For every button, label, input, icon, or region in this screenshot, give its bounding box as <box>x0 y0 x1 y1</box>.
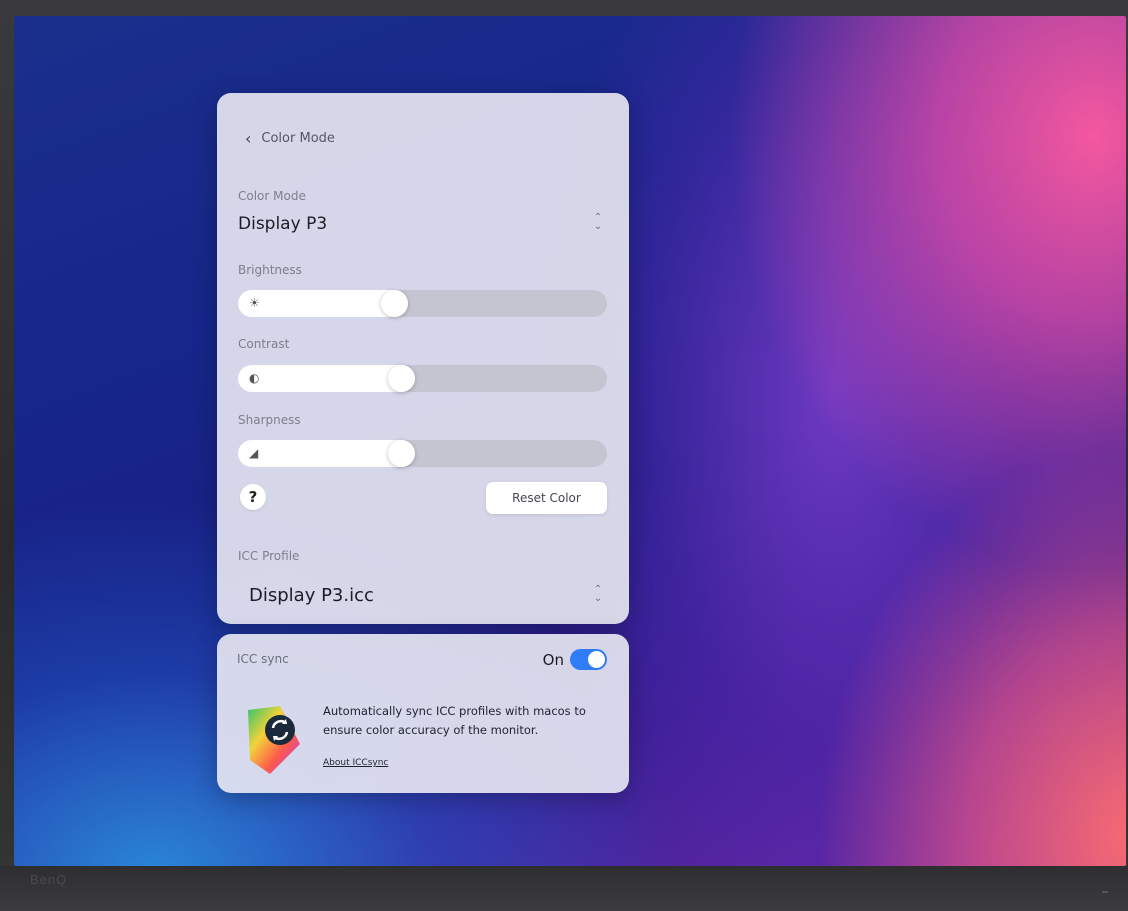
brightness-slider[interactable]: ☀ <box>238 290 607 317</box>
reset-color-button[interactable]: Reset Color <box>486 482 607 514</box>
chevron-left-icon: ‹ <box>245 129 252 148</box>
color-mode-value[interactable]: Display P3 <box>238 214 327 234</box>
brightness-label: Brightness <box>238 263 302 277</box>
icc-sync-toggle[interactable] <box>570 649 607 670</box>
icc-profile-value[interactable]: Display P3.icc <box>249 585 374 606</box>
icc-profile-stepper[interactable]: ⌃ ⌄ <box>591 585 605 607</box>
icc-profile-label: ICC Profile <box>238 549 300 563</box>
color-mode-stepper[interactable]: ⌃ ⌄ <box>591 213 605 235</box>
monitor-chin <box>0 866 1128 911</box>
brightness-knob[interactable] <box>381 290 408 317</box>
power-indicator <box>1102 891 1108 893</box>
iccsync-logo-icon <box>248 706 300 774</box>
contrast-icon: ◐ <box>249 371 260 385</box>
sharpness-icon: ◢ <box>249 446 259 460</box>
chevron-down-icon: ⌄ <box>593 593 603 604</box>
chevron-down-icon: ⌄ <box>593 221 603 232</box>
contrast-label: Contrast <box>238 337 290 351</box>
toggle-state-text: On <box>542 650 564 669</box>
contrast-knob[interactable] <box>388 365 415 392</box>
color-mode-label: Color Mode <box>238 189 306 203</box>
back-label: Color Mode <box>261 131 335 146</box>
color-settings-panel: ‹ Color Mode Color Mode Display P3 ⌃ ⌄ B… <box>217 93 629 624</box>
sharpness-slider[interactable]: ◢ <box>238 440 607 467</box>
brand-logo: BenQ <box>30 872 68 887</box>
icc-sync-toggle-group[interactable]: On <box>543 649 607 670</box>
contrast-slider[interactable]: ◐ <box>238 365 607 392</box>
icc-sync-description: Automatically sync ICC profiles with mac… <box>323 704 586 737</box>
back-button[interactable]: ‹ Color Mode <box>245 129 335 148</box>
help-button[interactable]: ? <box>240 484 266 510</box>
sun-icon: ☀ <box>249 296 260 310</box>
about-iccsync-link[interactable]: About ICCsync <box>323 758 388 768</box>
icc-sync-label: ICC sync <box>237 652 289 666</box>
sharpness-label: Sharpness <box>238 413 301 427</box>
icc-sync-panel: ICC sync On Automatically sync ICC profi… <box>217 634 629 793</box>
sharpness-knob[interactable] <box>388 440 415 467</box>
toggle-knob <box>588 651 605 668</box>
